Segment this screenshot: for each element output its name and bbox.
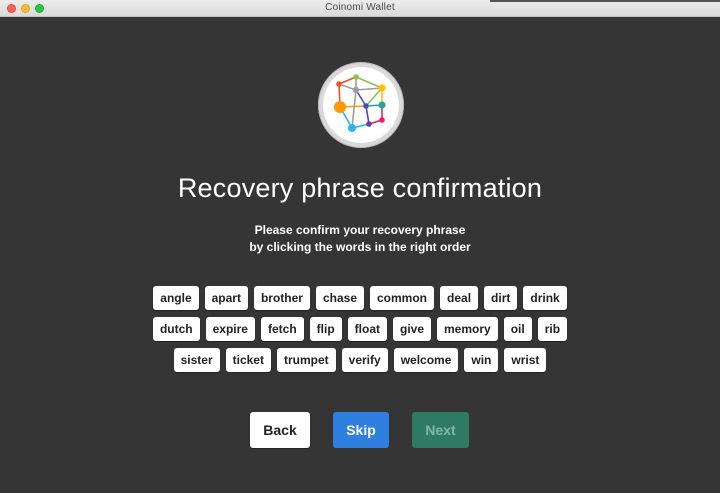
word-picker: angle apart brother chase common deal di… [0, 286, 720, 379]
word-button[interactable]: rib [537, 317, 568, 341]
word-row-2: dutch expire fetch flip float give memor… [0, 317, 720, 341]
word-button[interactable]: brother [253, 286, 310, 310]
word-row-1: angle apart brother chase common deal di… [0, 286, 720, 310]
word-button[interactable]: apart [204, 286, 248, 310]
word-button[interactable]: verify [341, 348, 388, 372]
word-button[interactable]: give [393, 317, 432, 341]
window-title: Coinomi Wallet [325, 2, 395, 13]
word-button[interactable]: dirt [484, 286, 518, 310]
skip-button[interactable]: Skip [333, 412, 389, 448]
word-button[interactable]: ticket [225, 348, 271, 372]
word-button[interactable]: flip [309, 317, 342, 341]
app-window: Coinomi Wallet Recovery phrase confirmat… [0, 0, 720, 493]
word-button[interactable]: memory [437, 317, 498, 341]
word-button[interactable]: trumpet [276, 348, 336, 372]
word-row-3: sister ticket trumpet verify welcome win… [0, 348, 720, 372]
back-button[interactable]: Back [250, 412, 310, 448]
page-title: Recovery phrase confirmation [177, 173, 543, 203]
word-button[interactable]: deal [440, 286, 479, 310]
word-button[interactable]: win [464, 348, 499, 372]
word-button[interactable]: welcome [393, 348, 459, 372]
word-button[interactable]: angle [153, 286, 199, 310]
next-button[interactable]: Next [412, 412, 469, 448]
instructions-text: Please confirm your recovery phrase by c… [0, 222, 720, 256]
word-button[interactable]: drink [523, 286, 567, 310]
coinomi-network-logo-icon [318, 62, 404, 148]
word-button[interactable]: float [347, 317, 387, 341]
word-button[interactable]: common [370, 286, 435, 310]
word-button[interactable]: fetch [260, 317, 304, 341]
instructions-line-2: by clicking the words in the right order [249, 240, 471, 254]
instructions-line-1: Please confirm your recovery phrase [254, 223, 466, 237]
word-button[interactable]: oil [503, 317, 532, 341]
word-button[interactable]: expire [205, 317, 255, 341]
word-button[interactable]: chase [315, 286, 364, 310]
word-button[interactable]: sister [173, 348, 220, 372]
word-button[interactable]: dutch [152, 317, 200, 341]
title-bar-strip [490, 0, 720, 2]
word-button[interactable]: wrist [504, 348, 547, 372]
title-bar[interactable]: Coinomi Wallet [0, 0, 720, 17]
